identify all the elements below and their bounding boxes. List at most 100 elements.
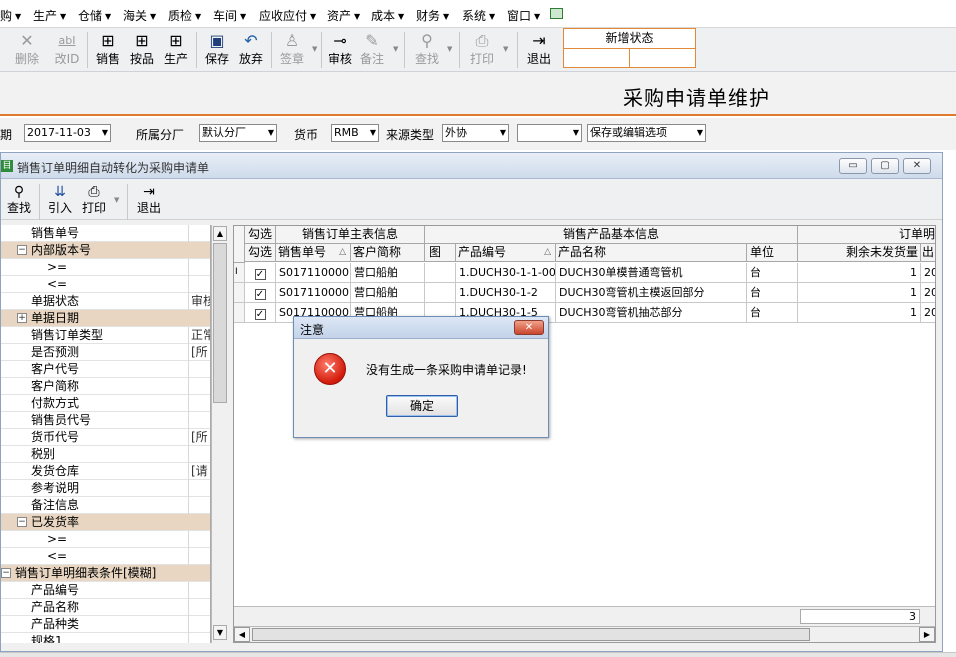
row-checkbox[interactable]: ✓ [254, 269, 266, 280]
grid-cell-indicator[interactable] [234, 303, 245, 323]
tree-row[interactable]: 销售订单类型 正常 [1, 327, 210, 344]
col-customer[interactable]: 客户简称 [351, 244, 425, 262]
menu-workshop[interactable]: 车间 ▼ [213, 7, 246, 24]
scroll-thumb[interactable] [252, 628, 810, 641]
grid-cell-remaining[interactable]: 1 [798, 303, 921, 323]
col-check[interactable]: 勾选 [245, 244, 276, 262]
tree-row[interactable]: 发货仓库 [请 [1, 463, 210, 480]
grid-cell-unit[interactable]: 台 [747, 263, 798, 283]
inner-find-button[interactable]: ⚲ 查找 [5, 183, 33, 215]
menu-window[interactable]: 窗口 ▼ [507, 7, 540, 24]
grid-cell-unit[interactable]: 台 [747, 283, 798, 303]
col-unit[interactable]: 单位 [747, 244, 798, 262]
chevron-down-icon[interactable]: ▼ [393, 45, 398, 53]
discard-button[interactable]: ↶ 放弃 [234, 30, 268, 70]
by-product-button[interactable]: ⊞ 按品 [125, 30, 159, 70]
exit-button[interactable]: ⇥ 退出 [522, 30, 556, 70]
tree-row[interactable]: − 销售订单明细表条件[模糊] [1, 565, 210, 582]
print-button[interactable]: ⎙ 打印 [465, 30, 499, 70]
dialog-close-button[interactable]: ✕ [514, 320, 544, 335]
tree-row[interactable]: + 单据日期 [1, 310, 210, 327]
scroll-up-icon[interactable]: ▲ [213, 226, 227, 241]
maximize-button[interactable]: ▢ [871, 158, 899, 174]
menu-warehouse[interactable]: 仓储 ▼ [78, 7, 111, 24]
tree-row-value[interactable]: 正常 [191, 327, 210, 343]
edit-button[interactable]: ✎改 [0, 30, 10, 70]
convert-window-titlebar[interactable]: 目 销售订单明细自动转化为采购申请单 ▭ ▢ ✕ [1, 153, 942, 179]
tree-row[interactable]: 产品种类 [1, 616, 210, 633]
grid-cell-remaining[interactable]: 1 [798, 263, 921, 283]
chevron-down-icon[interactable]: ▼ [312, 45, 317, 53]
grid-cell-indicator[interactable] [234, 283, 245, 303]
tree-scrollbar[interactable]: ▲ ▼ [211, 225, 228, 643]
collapse-icon[interactable]: − [1, 568, 11, 578]
import-button[interactable]: ⇊ 引入 [46, 183, 74, 215]
date-select[interactable]: 2017-11-03 ▼ [24, 124, 111, 142]
collapse-icon[interactable]: − [17, 517, 27, 527]
close-button[interactable]: ✕ [903, 158, 931, 174]
currency-select[interactable]: RMB ▼ [331, 124, 379, 142]
scroll-right-icon[interactable]: ▶ [919, 627, 935, 642]
sales-button[interactable]: ⊞ 销售 [91, 30, 125, 70]
grid-cell-remaining[interactable]: 1 [798, 283, 921, 303]
grid-cell-customer[interactable]: 营口船舶 [351, 283, 425, 303]
tree-row[interactable]: 客户简称 [1, 378, 210, 395]
save-button[interactable]: ▣ 保存 [200, 30, 234, 70]
dialog-ok-button[interactable]: 确定 [386, 395, 458, 417]
col-product-name[interactable]: 产品名称 [556, 244, 747, 262]
scroll-thumb[interactable] [213, 243, 227, 403]
source-type-select[interactable]: 外协 ▼ [442, 124, 509, 142]
grid-hscrollbar[interactable]: ◀ ▶ [234, 626, 935, 642]
inner-print-button[interactable]: ⎙ 打印 [80, 183, 108, 215]
tree-row[interactable]: >= [1, 531, 210, 548]
tree-row[interactable]: 销售单号 [1, 225, 210, 242]
menu-finance[interactable]: 财务 ▼ [416, 7, 449, 24]
menu-quality[interactable]: 质检 ▼ [168, 7, 201, 24]
tree-row[interactable]: <= [1, 276, 210, 293]
audit-button[interactable]: ⊸ 审核 [323, 30, 357, 70]
menu-receivables[interactable]: 应收应付 ▼ [259, 7, 316, 24]
save-option-select[interactable]: 保存或编辑选项 ▼ [587, 124, 706, 142]
tree-row[interactable]: − 已发货率 [1, 514, 210, 531]
grid-cell-customer[interactable]: 营口船舶 [351, 263, 425, 283]
tree-row-value[interactable]: 审核 [191, 293, 210, 309]
tree-row[interactable]: 参考说明 [1, 480, 210, 497]
grid-cell-product-code[interactable]: 1.DUCH30-1-1-000 [456, 263, 556, 283]
grid-cell-out[interactable]: 20 [921, 263, 935, 283]
dialog-titlebar[interactable]: 注意 ✕ [294, 317, 548, 339]
col-picture[interactable]: 图 [425, 244, 456, 262]
factory-select[interactable]: 默认分厂 ▼ [199, 124, 277, 142]
col-out[interactable]: 出 [921, 244, 935, 262]
delete-button[interactable]: ✕ 删除 [10, 30, 44, 70]
row-checkbox[interactable]: ✓ [254, 309, 266, 320]
tree-row[interactable]: 是否预测 [所 [1, 344, 210, 361]
note-button[interactable]: ✎ 备注 [355, 30, 389, 70]
grid-cell-product-name[interactable]: DUCH30单模普通弯管机 [556, 263, 747, 283]
tree-row[interactable]: 单据状态 审核 [1, 293, 210, 310]
grid-cell-product-name[interactable]: DUCH30弯管机抽芯部分 [556, 303, 747, 323]
tree-row[interactable]: 规格1 [1, 633, 210, 643]
grid-cell-order-no[interactable]: S0171100001 [276, 283, 351, 303]
tree-row-value[interactable]: [请 [191, 463, 210, 479]
tree-row[interactable]: >= [1, 259, 210, 276]
col-product-code[interactable]: 产品编号 △ [456, 244, 556, 262]
menu-production[interactable]: 生产 ▼ [33, 7, 66, 24]
tree-row[interactable]: 产品名称 [1, 599, 210, 616]
menu-system[interactable]: 系统 ▼ [462, 7, 495, 24]
chevron-down-icon[interactable]: ▼ [503, 45, 508, 53]
menu-purchase[interactable]: 购 ▼ [0, 7, 21, 24]
change-id-button[interactable]: abI 改ID [50, 30, 84, 70]
scroll-left-icon[interactable]: ◀ [234, 627, 250, 642]
grid-cell-product-code[interactable]: 1.DUCH30-1-2 [456, 283, 556, 303]
minimize-button[interactable]: ▭ [839, 158, 867, 174]
production-button[interactable]: ⊞ 生产 [159, 30, 193, 70]
tree-row[interactable]: 税别 [1, 446, 210, 463]
scroll-down-icon[interactable]: ▼ [213, 625, 227, 640]
collapse-icon[interactable]: − [17, 245, 27, 255]
chevron-down-icon[interactable]: ▼ [447, 45, 452, 53]
grid-cell-out[interactable]: 20 [921, 283, 935, 303]
tree-row[interactable]: <= [1, 548, 210, 565]
menu-customs[interactable]: 海关 ▼ [123, 7, 156, 24]
tree-row[interactable]: 产品编号 [1, 582, 210, 599]
grid-cell-order-no[interactable]: S0171100001 [276, 263, 351, 283]
